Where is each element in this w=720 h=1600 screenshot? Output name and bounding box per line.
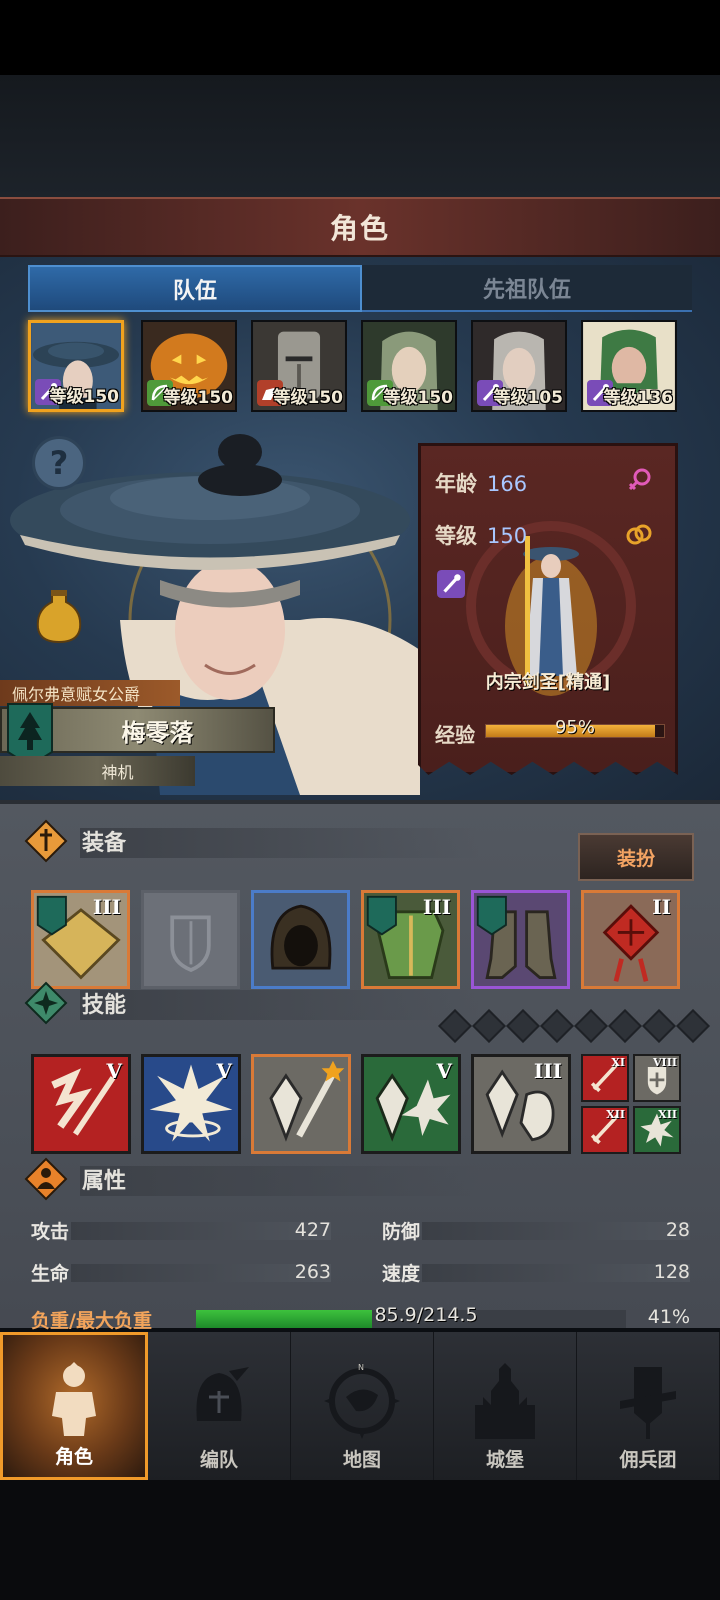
skills-row: V V V III XI VIII XII XII <box>31 1054 695 1154</box>
roster-slot[interactable]: 等级136 <box>581 320 677 412</box>
skill-pip <box>574 1009 608 1043</box>
roster-slot[interactable]: 等级105 <box>471 320 567 412</box>
crystal-arrow-icon <box>254 1057 348 1151</box>
person-icon <box>24 1157 68 1201</box>
load-value: 85.9/214.5 <box>374 1304 478 1326</box>
boots-icon <box>476 895 557 979</box>
roster-level: 等级136 <box>603 388 674 408</box>
skill-slot[interactable]: V <box>31 1054 131 1154</box>
star-icon <box>24 981 68 1025</box>
tab-bar: 队伍 先祖队伍 <box>28 265 692 312</box>
skill-slot[interactable]: III <box>471 1054 571 1154</box>
skill-pip <box>608 1009 642 1043</box>
staff-icon <box>437 570 465 598</box>
knight-icon <box>52 1362 96 1436</box>
load-percent: 41% <box>647 1306 690 1328</box>
status-area <box>0 0 720 75</box>
skill-pip <box>676 1009 710 1043</box>
tab-ancestor-party[interactable]: 先祖队伍 <box>362 265 692 312</box>
exp-value: 95% <box>554 717 595 738</box>
skill-pip <box>540 1009 574 1043</box>
equipment-slot[interactable]: II <box>581 890 680 989</box>
roster-level: 等级105 <box>493 388 564 408</box>
passive-skill-slot[interactable]: XI <box>581 1054 629 1102</box>
age-value: 166 <box>487 472 528 496</box>
nav-map[interactable]: N 地图 <box>291 1332 434 1480</box>
dagger-icon <box>24 819 68 863</box>
equipment-label: 装备 <box>82 831 127 856</box>
skill-slot[interactable] <box>251 1054 351 1154</box>
skill-pip <box>472 1009 506 1043</box>
passive-skill-slot[interactable]: XII <box>633 1106 681 1154</box>
roster-level: 等级150 <box>49 387 120 407</box>
hood-icon <box>270 904 332 970</box>
skill-pip <box>506 1009 540 1043</box>
attributes-header: 属性 <box>24 1156 694 1202</box>
title-bar: 角色 <box>0 197 720 257</box>
skill-pip <box>438 1009 472 1043</box>
bottom-nav: 角色 编队 N 地图 城堡 佣兵团 <box>0 1332 720 1480</box>
equipment-slot-empty[interactable] <box>141 890 240 989</box>
tab-party[interactable]: 队伍 <box>28 265 362 312</box>
helmet-icon <box>196 1367 249 1421</box>
potion-icon[interactable] <box>34 588 84 644</box>
roster-level: 等级150 <box>383 388 454 408</box>
passive-skill-slot[interactable]: XII <box>581 1106 629 1154</box>
stat-speed: 速度 128 <box>382 1261 690 1285</box>
roster-level: 等级150 <box>273 388 344 408</box>
age-row: 年龄 166 <box>435 472 528 496</box>
stat-attack: 攻击 427 <box>31 1219 331 1243</box>
rings-icon <box>626 524 652 545</box>
passive-skill-slot[interactable]: VIII <box>633 1054 681 1102</box>
nav-castle[interactable]: 城堡 <box>434 1332 577 1480</box>
dress-up-button[interactable]: 装扮 <box>578 833 694 881</box>
hero-trait: 神机 <box>0 756 195 786</box>
stat-defense: 防御 28 <box>382 1219 690 1243</box>
svg-text:N: N <box>358 1363 364 1372</box>
nav-mercenary[interactable]: 佣兵团 <box>577 1332 720 1480</box>
attributes-label: 属性 <box>82 1169 127 1194</box>
skill-slot[interactable]: V <box>361 1054 461 1154</box>
equipment-slot[interactable] <box>251 890 350 989</box>
class-name: 内宗剑圣[精通] <box>485 672 611 693</box>
roster-slot[interactable]: 等级150 <box>251 320 347 412</box>
stat-health: 生命 263 <box>31 1261 331 1285</box>
header-background <box>0 75 720 197</box>
skill-slot[interactable]: V <box>141 1054 241 1154</box>
banner-icon <box>620 1367 676 1439</box>
load-label: 负重/最大负重 <box>31 1310 152 1332</box>
help-button[interactable]: ? <box>32 436 86 490</box>
nav-formation[interactable]: 编队 <box>148 1332 291 1480</box>
castle-icon <box>475 1363 535 1439</box>
compass-icon: N <box>324 1363 400 1439</box>
skill-points <box>438 1009 710 1043</box>
equipment-slot[interactable]: III <box>361 890 460 989</box>
empty-shield-slot-icon <box>170 915 211 973</box>
equipment-slot[interactable]: III <box>31 890 130 989</box>
equipment-slot[interactable] <box>471 890 570 989</box>
page-title: 角色 <box>329 212 390 245</box>
level-row: 等级 150 <box>435 524 528 548</box>
info-banner: 年龄 166 等级 150 内宗剑圣[精通] 经验 95% <box>418 443 678 775</box>
skill-pip <box>642 1009 676 1043</box>
exp-label: 经验 <box>435 723 475 747</box>
skills-label: 技能 <box>82 993 127 1018</box>
roster-slot[interactable]: 等级150 <box>361 320 457 412</box>
system-bar-area <box>0 1480 720 1600</box>
equipment-row: III III II <box>31 890 695 990</box>
roster-slot[interactable]: 等级150 <box>28 320 124 412</box>
hero-name-block: 佩尔弗意赋女公爵 梅零落 神机 <box>0 680 285 790</box>
roster: 等级150 等级150 等级150 等级150 等级105 等级136 <box>28 320 698 412</box>
roster-level: 等级150 <box>163 388 234 408</box>
roster-slot[interactable]: 等级150 <box>141 320 237 412</box>
level-value: 150 <box>487 524 528 548</box>
nav-character[interactable]: 角色 <box>0 1332 148 1480</box>
female-icon <box>628 468 651 491</box>
hero-name: 梅零落 <box>121 718 194 747</box>
